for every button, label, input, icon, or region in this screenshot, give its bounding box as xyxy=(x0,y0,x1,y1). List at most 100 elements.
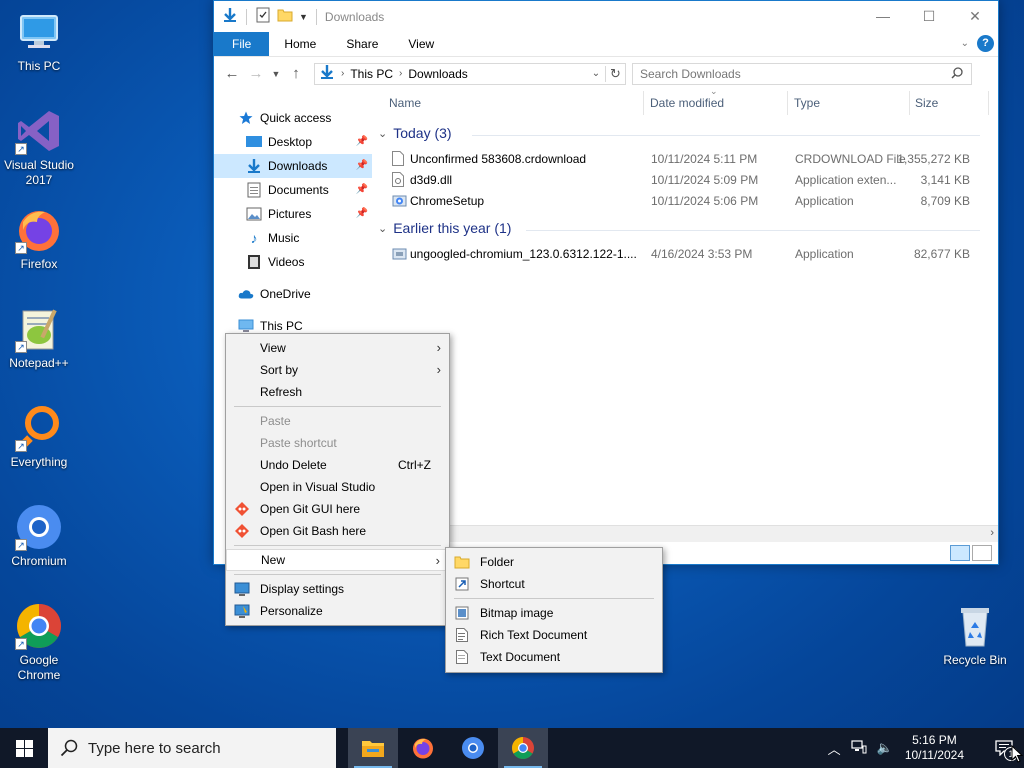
shortcut-arrow-icon: ↗ xyxy=(15,242,27,254)
chromium-icon: ↗ xyxy=(15,503,63,551)
menu-item-refresh[interactable]: Refresh xyxy=(226,381,449,403)
desktop-icon-chromium[interactable]: ↗ Chromium xyxy=(1,503,77,569)
column-divider[interactable] xyxy=(909,91,910,115)
menu-divider xyxy=(234,545,441,546)
horizontal-scrollbar[interactable]: › xyxy=(450,525,998,542)
column-divider[interactable] xyxy=(988,91,989,115)
column-divider[interactable] xyxy=(787,91,788,115)
menu-item-open-in-visual-studio[interactable]: Open in Visual Studio xyxy=(226,476,449,498)
menu-item-new[interactable]: New › xyxy=(226,549,449,571)
recent-locations-button[interactable]: ▼ xyxy=(268,69,284,79)
menu-item-new-folder[interactable]: Folder xyxy=(446,551,662,573)
cloud-icon xyxy=(238,286,254,302)
videos-folder-icon xyxy=(246,254,262,270)
tab-home[interactable]: Home xyxy=(269,32,331,56)
large-icons-view-button[interactable] xyxy=(972,545,992,561)
close-button[interactable]: ✕ xyxy=(952,1,998,31)
menu-item-new-rich-text[interactable]: Rich Text Document xyxy=(446,624,662,646)
help-icon[interactable]: ? xyxy=(977,35,994,52)
new-folder-icon[interactable] xyxy=(277,7,293,26)
sidebar-item-videos[interactable]: Videos xyxy=(214,250,372,274)
menu-item-new-shortcut[interactable]: Shortcut xyxy=(446,573,662,595)
column-header-size[interactable]: Size xyxy=(915,96,938,110)
column-header-name[interactable]: Name xyxy=(389,96,421,110)
chrome-icon xyxy=(512,737,534,759)
breadcrumb-this-pc[interactable]: This PC xyxy=(350,67,393,81)
desktop-icon-everything[interactable]: ↗ Everything xyxy=(1,404,77,470)
menu-item-paste[interactable]: Paste xyxy=(226,410,449,432)
up-button[interactable]: ↑ xyxy=(284,65,308,82)
desktop-icon-notepad-plus-plus[interactable]: ↗ Notepad++ xyxy=(1,305,77,371)
address-dropdown-icon[interactable]: ⌄ xyxy=(587,68,605,79)
menu-item-open-git-bash[interactable]: Open Git Bash here xyxy=(226,520,449,542)
sidebar-item-pictures[interactable]: Pictures 📌 xyxy=(214,202,372,226)
menu-item-new-bitmap[interactable]: Bitmap image xyxy=(446,602,662,624)
installer-icon xyxy=(392,193,407,209)
customize-toolbar-icon[interactable]: ▼ xyxy=(299,12,308,22)
sidebar-item-quick-access[interactable]: Quick access xyxy=(214,106,372,130)
desktop-icon-this-pc[interactable]: This PC xyxy=(1,8,77,74)
sidebar-item-onedrive[interactable]: OneDrive xyxy=(214,282,372,306)
column-divider[interactable] xyxy=(643,91,644,115)
sidebar-item-desktop[interactable]: Desktop 📌 xyxy=(214,130,372,154)
menu-item-undo-delete[interactable]: Undo Delete Ctrl+Z xyxy=(226,454,449,476)
personalize-icon xyxy=(234,603,250,619)
desktop-icon-recycle-bin[interactable]: Recycle Bin xyxy=(937,602,1013,668)
file-row[interactable]: ChromeSetup 10/11/2024 5:06 PM Applicati… xyxy=(378,191,988,212)
menu-item-new-text-document[interactable]: Text Document xyxy=(446,646,662,668)
show-hidden-icons-chevron-icon[interactable]: ︿ xyxy=(828,739,841,758)
taskbar-search-box[interactable]: Type here to search xyxy=(48,728,336,768)
file-row[interactable]: d3d9.dll 10/11/2024 5:09 PM Application … xyxy=(378,170,988,191)
refresh-icon[interactable]: ↻ xyxy=(605,65,625,82)
column-header-type[interactable]: Type xyxy=(794,96,820,110)
sidebar-item-documents[interactable]: Documents 📌 xyxy=(214,178,372,202)
menu-item-personalize[interactable]: Personalize xyxy=(226,600,449,622)
network-icon[interactable] xyxy=(851,739,867,757)
sidebar-item-music[interactable]: ♪ Music xyxy=(214,226,372,250)
menu-item-paste-shortcut[interactable]: Paste shortcut xyxy=(226,432,449,454)
back-button[interactable]: ← xyxy=(220,65,244,82)
search-icon[interactable] xyxy=(951,66,963,82)
breadcrumb-separator-icon[interactable]: › xyxy=(341,68,344,79)
taskbar-google-chrome[interactable] xyxy=(498,728,548,768)
properties-icon[interactable] xyxy=(255,7,271,26)
taskbar-firefox[interactable] xyxy=(398,728,448,768)
taskbar-clock[interactable]: 5:16 PM 10/11/2024 xyxy=(905,733,964,763)
details-view-button[interactable] xyxy=(950,545,970,561)
breadcrumb-separator-icon[interactable]: › xyxy=(399,68,402,79)
menu-item-open-git-gui[interactable]: Open Git GUI here xyxy=(226,498,449,520)
collapse-group-icon[interactable]: ⌄ xyxy=(378,127,387,140)
taskbar-chromium[interactable] xyxy=(448,728,498,768)
taskbar-file-explorer[interactable] xyxy=(348,728,398,768)
sidebar-item-label: Music xyxy=(268,231,300,245)
volume-icon[interactable]: 🔈 xyxy=(877,740,893,756)
maximize-button[interactable]: ☐ xyxy=(906,1,952,31)
file-row[interactable]: Unconfirmed 583608.crdownload 10/11/2024… xyxy=(378,149,988,170)
desktop-icon-firefox[interactable]: ↗ Firefox xyxy=(1,206,77,272)
search-input[interactable]: Search Downloads xyxy=(632,62,972,85)
group-header-earlier-this-year[interactable]: ⌄ Earlier this year (1) xyxy=(378,220,511,236)
menu-item-view[interactable]: View › xyxy=(226,337,449,359)
sidebar-item-downloads[interactable]: Downloads 📌 xyxy=(214,154,372,178)
file-explorer-icon xyxy=(362,741,384,757)
column-header-date-modified[interactable]: Date modified xyxy=(650,96,724,110)
breadcrumb-downloads[interactable]: Downloads xyxy=(408,67,467,81)
tab-view[interactable]: View xyxy=(393,32,449,56)
desktop-icon-google-chrome[interactable]: ↗ Google Chrome xyxy=(1,602,77,683)
download-folder-icon xyxy=(222,7,238,26)
file-name: Unconfirmed 583608.crdownload xyxy=(410,152,587,166)
start-button[interactable] xyxy=(0,728,48,768)
tab-file[interactable]: File xyxy=(214,32,270,56)
forward-button[interactable]: → xyxy=(244,65,268,82)
file-row[interactable]: ungoogled-chromium_123.0.6312.122-1.... … xyxy=(378,244,988,265)
menu-item-display-settings[interactable]: Display settings xyxy=(226,578,449,600)
minimize-button[interactable]: — xyxy=(860,1,906,31)
collapse-group-icon[interactable]: ⌄ xyxy=(378,222,387,235)
expand-ribbon-icon[interactable]: ⌄ xyxy=(961,38,969,49)
menu-item-sort-by[interactable]: Sort by › xyxy=(226,359,449,381)
group-header-today[interactable]: ⌄ Today (3) xyxy=(378,125,452,141)
desktop-icon-visual-studio[interactable]: ↗ Visual Studio 2017 xyxy=(1,107,77,188)
tab-share[interactable]: Share xyxy=(331,32,393,56)
scroll-right-icon[interactable]: › xyxy=(990,527,994,539)
address-bar[interactable]: › This PC › Downloads ⌄ ↻ xyxy=(314,62,626,85)
